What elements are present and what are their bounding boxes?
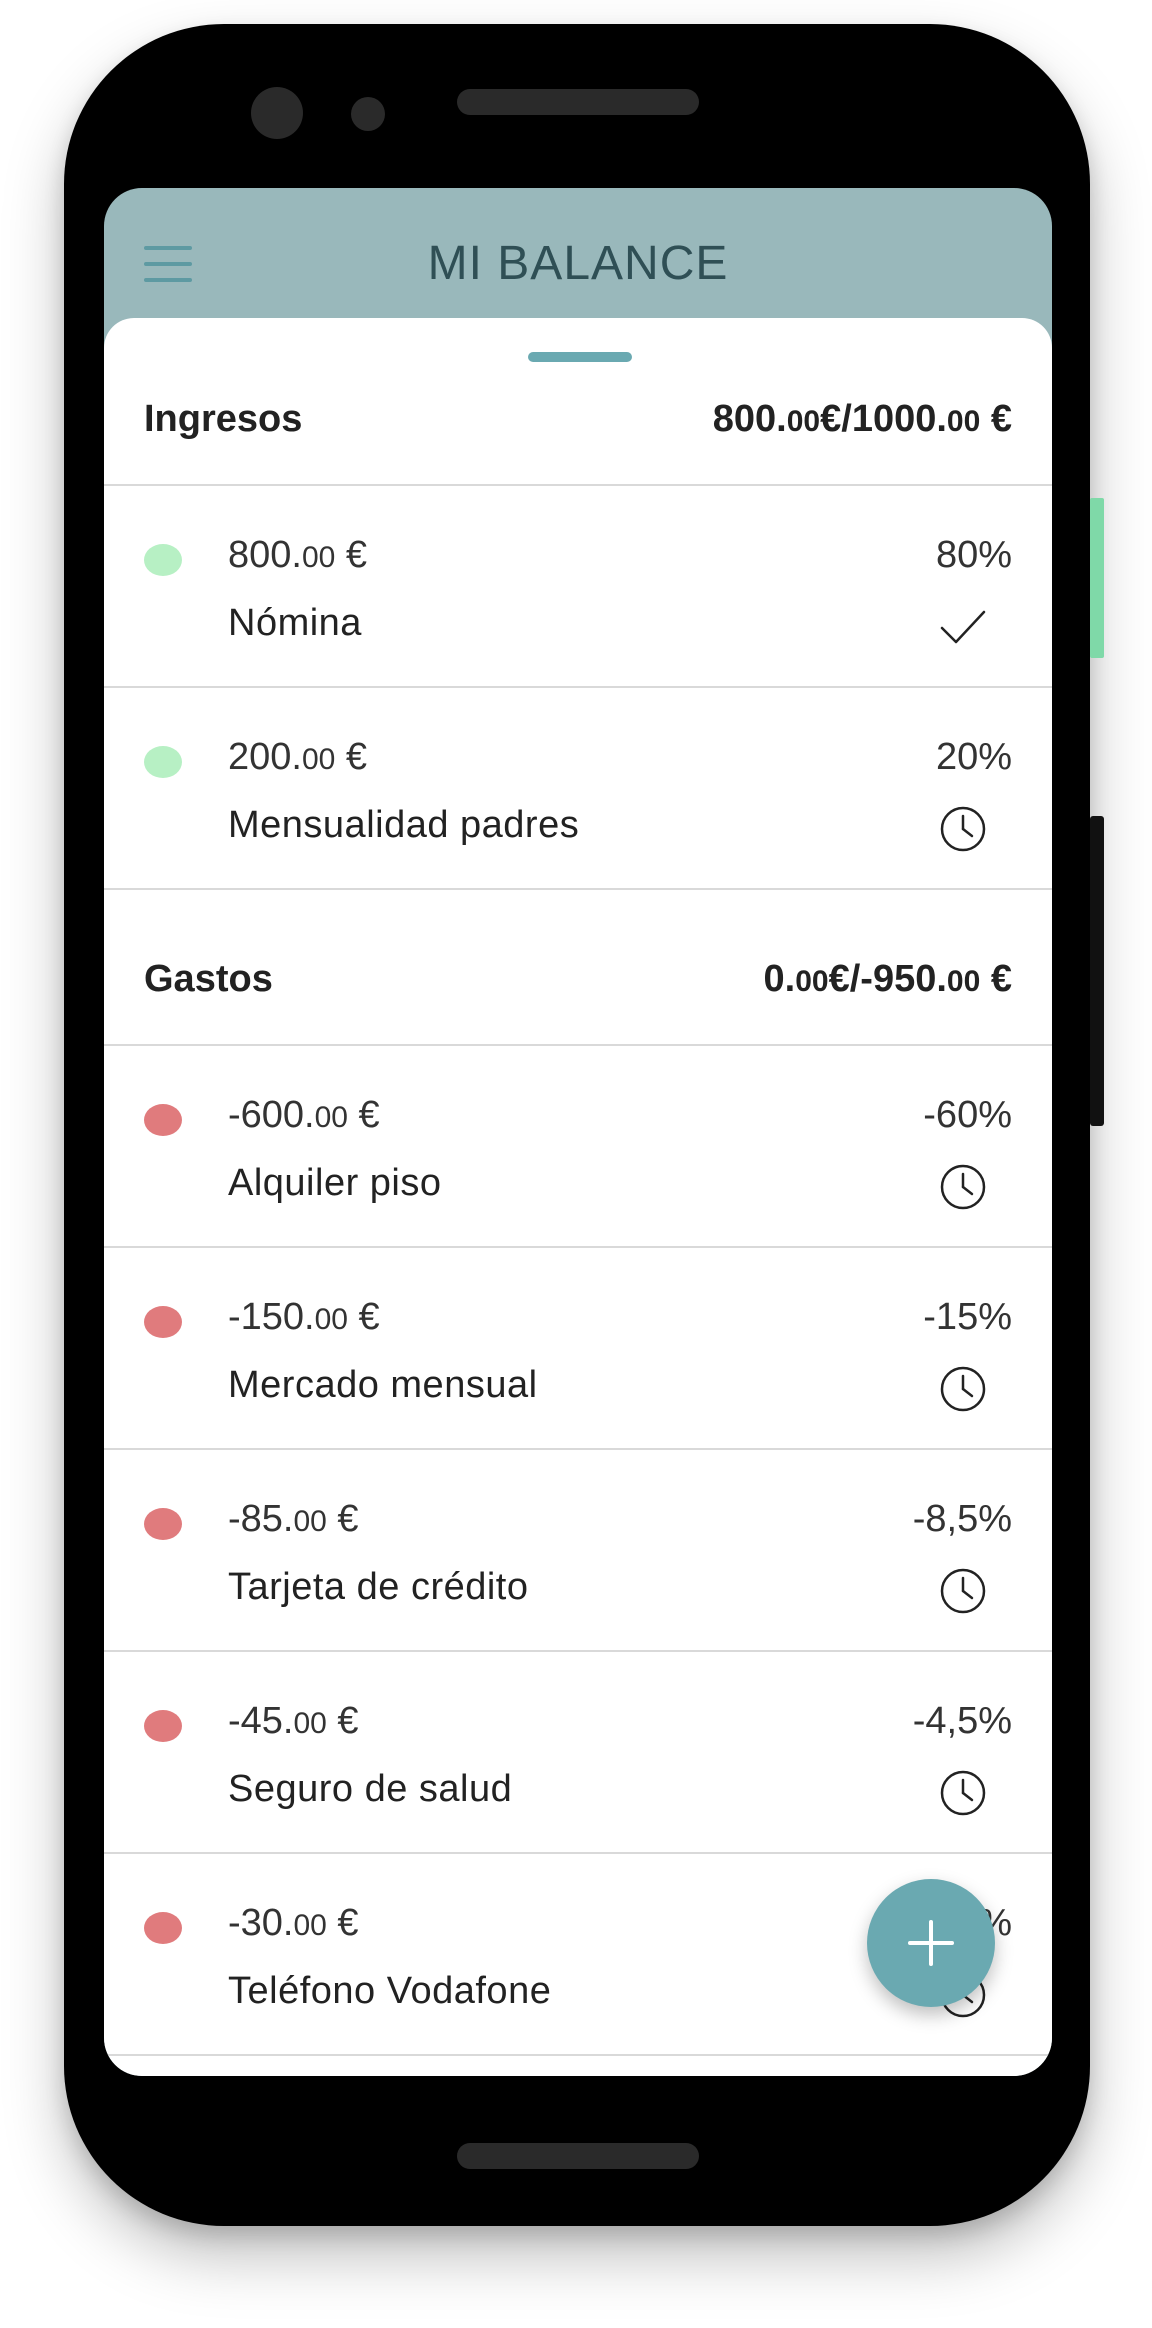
list-item[interactable]: -45.00 € Seguro de salud -4,5% (104, 1652, 1052, 1852)
category-dot (144, 1710, 182, 1742)
item-label: Mercado mensual (228, 1364, 538, 1406)
list-item[interactable]: 200.00 € Mensualidad padres 20% (104, 688, 1052, 888)
divider (104, 2054, 1052, 2056)
item-amount: -45.00 € (228, 1700, 359, 1742)
item-percent: 20% (935, 736, 1012, 778)
section-total: 800.00€/1000.00 € (712, 398, 1012, 440)
item-label: Alquiler piso (228, 1162, 442, 1204)
list-item[interactable]: 800.00 € Nómina 80% (104, 486, 1052, 686)
page-title: MI BALANCE (427, 237, 729, 290)
app-bar: MI BALANCE (104, 188, 1052, 318)
item-amount: -600.00 € (228, 1094, 380, 1136)
category-dot (144, 1104, 182, 1136)
section-total: 0.00€/-950.00 € (763, 958, 1012, 1000)
list-item[interactable]: -600.00 € Alquiler piso -60% (104, 1046, 1052, 1246)
item-amount: -30.00 € (228, 1902, 359, 1944)
side-accent (1090, 498, 1104, 658)
category-dot (144, 746, 182, 778)
category-dot (144, 1306, 182, 1338)
item-label: Teléfono Vodafone (228, 1970, 552, 2012)
camera-icon (251, 87, 303, 139)
side-button (1090, 816, 1104, 1126)
item-percent: -15% (923, 1296, 1012, 1338)
item-percent: 80% (935, 534, 1012, 576)
section-title: Gastos (144, 958, 273, 1000)
add-entry-button[interactable] (867, 1879, 995, 2007)
top-speaker (457, 89, 699, 115)
clock-icon (938, 1768, 988, 1818)
item-amount: 800.00 € (228, 534, 368, 576)
sensor-icon (351, 97, 385, 131)
item-amount: 200.00 € (228, 736, 368, 778)
clock-icon (938, 1162, 988, 1212)
clock-icon (938, 1566, 988, 1616)
sheet-drag-handle[interactable] (528, 352, 632, 362)
item-amount: -150.00 € (228, 1296, 380, 1338)
list-item[interactable]: -150.00 € Mercado mensual -15% (104, 1248, 1052, 1448)
screen: MI BALANCE Ingresos 800.00€/1000.00 € 800.… (104, 188, 1052, 2076)
category-dot (144, 544, 182, 576)
item-label: Nómina (228, 602, 362, 644)
item-percent: -8,5% (912, 1498, 1012, 1540)
clock-icon (938, 804, 988, 854)
check-icon (938, 602, 988, 652)
bottom-speaker (457, 2143, 699, 2169)
category-dot (144, 1508, 182, 1540)
item-percent: -60% (923, 1094, 1012, 1136)
item-label: Mensualidad padres (228, 804, 580, 846)
divider (104, 888, 1052, 890)
category-dot (144, 1912, 182, 1944)
clock-icon (938, 1364, 988, 1414)
section-header-1: Gastos 0.00€/-950.00 € (104, 938, 1052, 1018)
item-percent: -4,5% (912, 1700, 1012, 1742)
balance-sheet: Ingresos 800.00€/1000.00 €800.00 € Nómina 8… (104, 318, 1052, 2076)
section-header-0: Ingresos 800.00€/1000.00 € (104, 378, 1052, 458)
plus-icon (908, 1920, 954, 1966)
section-title: Ingresos (144, 398, 303, 440)
list-item[interactable]: -85.00 € Tarjeta de crédito -8,5% (104, 1450, 1052, 1650)
item-label: Seguro de salud (228, 1768, 513, 1810)
item-label: Tarjeta de crédito (228, 1566, 529, 1608)
item-amount: -85.00 € (228, 1498, 359, 1540)
